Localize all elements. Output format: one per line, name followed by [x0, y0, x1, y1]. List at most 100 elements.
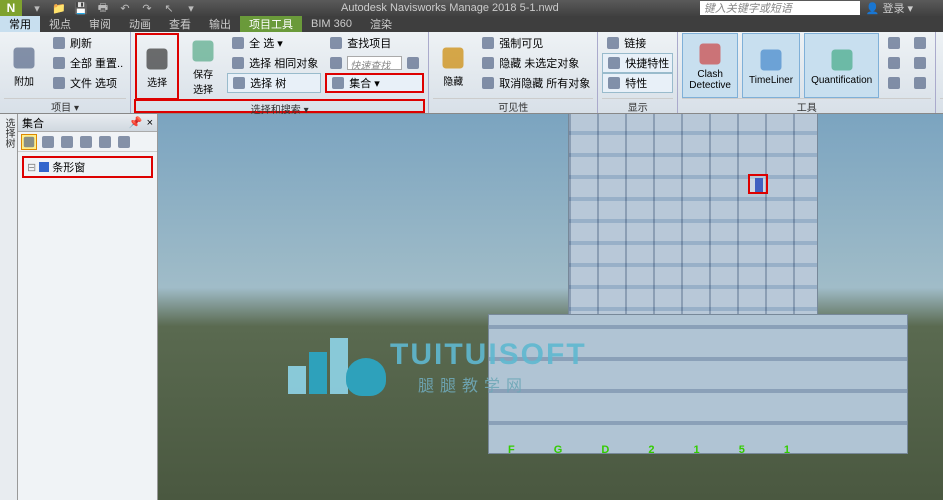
- g1-item[interactable]: [883, 33, 905, 53]
- qat-open-icon[interactable]: 📁: [50, 1, 68, 15]
- clash-button[interactable]: Clash Detective: [682, 33, 738, 98]
- append-button[interactable]: 附加: [4, 33, 44, 98]
- 链接-item[interactable]: 链接: [602, 33, 673, 53]
- select-same-icon: [230, 55, 246, 71]
- g6-item[interactable]: [909, 73, 931, 93]
- qat-print-icon[interactable]: 🖶: [94, 1, 112, 15]
- quant-icon: [828, 46, 856, 74]
- qat-redo-icon[interactable]: ↷: [138, 1, 156, 15]
- qat-select-icon[interactable]: ↖: [160, 1, 178, 15]
- 全部 重置..-item[interactable]: 全部 重置..: [48, 53, 126, 73]
- 快速查找-item[interactable]: 快速查找: [325, 53, 424, 73]
- panel-label[interactable]: 选择和搜索 ▾: [134, 99, 425, 113]
- file-opt-icon: [51, 75, 67, 91]
- 集合 ▾-item[interactable]: 集合 ▾: [325, 73, 424, 93]
- panel-label[interactable]: 显示: [602, 98, 673, 112]
- panel-display: 链接快捷特性特性显示: [598, 32, 678, 113]
- qat-new-icon[interactable]: ▾: [28, 1, 46, 15]
- menu-查看[interactable]: 查看: [160, 16, 200, 32]
- reset-icon: [51, 55, 67, 71]
- add-icon[interactable]: [59, 134, 75, 150]
- g5-icon: [912, 55, 928, 71]
- ribbon: 附加刷新全部 重置..文件 选项项目 ▾选择保存 选择全 选 ▾选择 相同对象选…: [0, 32, 943, 114]
- box-icon: [39, 162, 49, 172]
- close-icon[interactable]: ×: [147, 117, 153, 129]
- 选择 相同对象-item[interactable]: 选择 相同对象: [227, 53, 321, 73]
- g2-item[interactable]: [883, 53, 905, 73]
- hide-unsel-icon: [480, 55, 496, 71]
- 取消隐藏 所有对象-item[interactable]: 取消隐藏 所有对象: [477, 73, 593, 93]
- 强制可见-item[interactable]: 强制可见: [477, 33, 593, 53]
- select-button[interactable]: 选择: [135, 33, 179, 100]
- panel-label[interactable]: 工具: [682, 98, 931, 112]
- export-icon[interactable]: [116, 134, 132, 150]
- save-sel-button[interactable]: 保存 选择: [183, 33, 223, 100]
- g4-item[interactable]: [909, 33, 931, 53]
- panel-label[interactable]: 项目 ▾: [4, 98, 126, 112]
- login-button[interactable]: 👤 登录 ▾: [866, 0, 913, 16]
- sets-panel: 集合 📌 × ⊟条形窗: [18, 114, 158, 500]
- new-set-icon[interactable]: [21, 134, 37, 150]
- 特性-item[interactable]: 特性: [602, 73, 673, 93]
- g5-item[interactable]: [909, 53, 931, 73]
- g2-icon: [886, 55, 902, 71]
- 快捷特性-item[interactable]: 快捷特性: [602, 53, 673, 73]
- props-icon: [606, 75, 622, 91]
- clock-icon: [757, 46, 785, 74]
- sets-tree: ⊟条形窗: [18, 152, 157, 182]
- refresh-icon: [51, 35, 67, 51]
- 刷新-item[interactable]: 刷新: [48, 33, 126, 53]
- viewport-3d[interactable]: F G D 2 1 5 1 TUITUISOFT 腿腿教学网: [158, 114, 943, 500]
- app-icon[interactable]: N: [0, 0, 22, 16]
- tree-item[interactable]: ⊟条形窗: [22, 156, 153, 178]
- menu-输出[interactable]: 输出: [200, 16, 240, 32]
- search-input[interactable]: 键入关键字或短语: [700, 1, 860, 15]
- panel-label[interactable]: 可见性: [433, 98, 593, 112]
- tree-icon: [231, 75, 247, 91]
- new-folder-icon[interactable]: [40, 134, 56, 150]
- 隐藏 未选定对象-item[interactable]: 隐藏 未选定对象: [477, 53, 593, 73]
- menu-渲染[interactable]: 渲染: [361, 16, 401, 32]
- pin-icon[interactable]: 📌: [129, 116, 143, 129]
- hide-button[interactable]: 隐藏: [433, 33, 473, 98]
- menu-BIM 360[interactable]: BIM 360: [302, 18, 361, 30]
- qat-save-icon[interactable]: 💾: [72, 1, 90, 15]
- g4-icon: [912, 35, 928, 51]
- grid-labels: F G D 2 1 5 1: [508, 444, 808, 456]
- user-icon: 👤: [866, 2, 880, 15]
- building-podium: [488, 314, 908, 454]
- panel-datatools: DataTools: [936, 32, 943, 113]
- menu-常用[interactable]: 常用: [0, 16, 40, 32]
- cursor-icon: [143, 45, 171, 73]
- import-icon[interactable]: [97, 134, 113, 150]
- g3-item[interactable]: [883, 73, 905, 93]
- force-icon: [480, 35, 496, 51]
- 文件 选项-item[interactable]: 文件 选项: [48, 73, 126, 93]
- doc-plus-icon: [10, 44, 38, 72]
- 选择 树-item[interactable]: 选择 树: [227, 73, 321, 93]
- sets-panel-title: 集合 📌 ×: [18, 114, 157, 132]
- panel-select-search: 选择保存 选择全 选 ▾选择 相同对象选择 树查找项目快速查找集合 ▾ 选择和搜索…: [131, 32, 429, 113]
- menu-项目工具[interactable]: 项目工具: [240, 16, 302, 32]
- settings-icon[interactable]: [78, 134, 94, 150]
- panel-tools: Clash DetectiveTimeLinerQuantification工具: [678, 32, 936, 113]
- window-title: Autodesk Navisworks Manage 2018 5-1.nwd: [200, 2, 700, 14]
- menu-审阅[interactable]: 审阅: [80, 16, 120, 32]
- 查找项目-item[interactable]: 查找项目: [325, 33, 424, 53]
- menu-动画[interactable]: 动画: [120, 16, 160, 32]
- qat-more-icon[interactable]: ▾: [182, 1, 200, 15]
- quick-find-input[interactable]: 快速查找: [347, 56, 402, 70]
- quant-button[interactable]: Quantification: [804, 33, 879, 98]
- g6-icon: [912, 75, 928, 91]
- menu-视点[interactable]: 视点: [40, 16, 80, 32]
- qat-undo-icon[interactable]: ↶: [116, 1, 134, 15]
- link-icon: [605, 35, 621, 51]
- search-icon: [328, 55, 344, 71]
- select-all-icon: [230, 35, 246, 51]
- side-tab[interactable]: 选择树: [0, 114, 18, 500]
- 全 选 ▾-item[interactable]: 全 选 ▾: [227, 33, 321, 53]
- search-go-icon[interactable]: [405, 55, 421, 71]
- timeliner-button[interactable]: TimeLiner: [742, 33, 800, 98]
- sets-icon: [330, 75, 346, 91]
- menubar: 常用视点审阅动画查看输出项目工具BIM 360渲染: [0, 16, 943, 32]
